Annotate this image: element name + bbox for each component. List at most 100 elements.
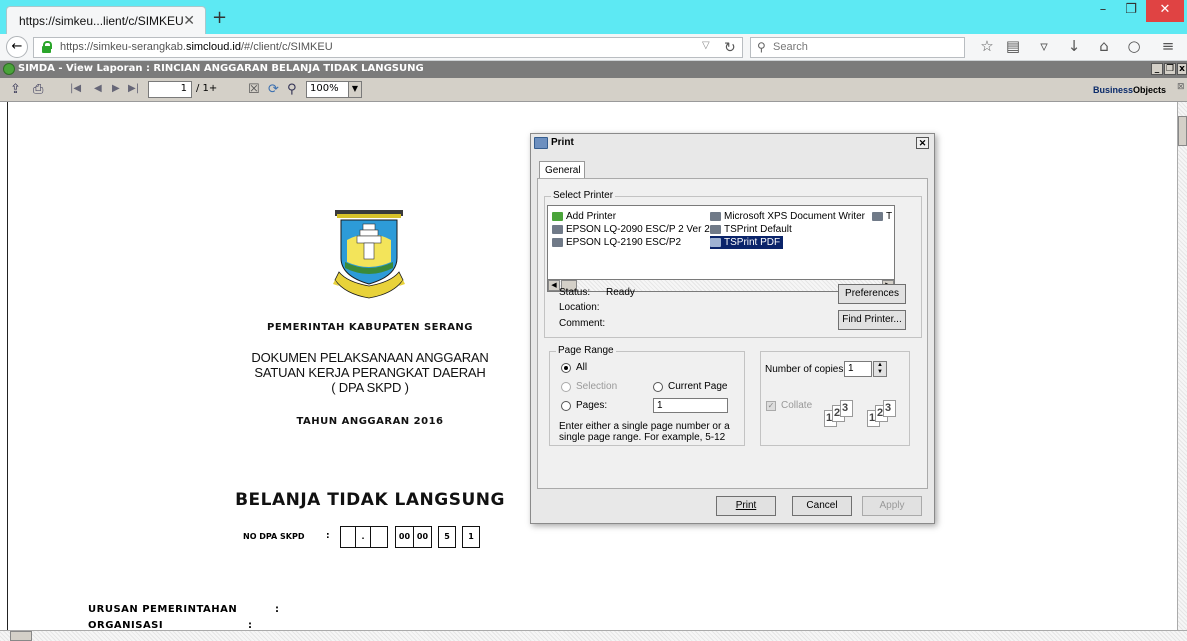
menu-icon[interactable]: ≡ — [1158, 37, 1178, 55]
new-tab-button[interactable]: + — [212, 7, 227, 28]
prev-page-icon[interactable]: ◀ — [94, 83, 102, 94]
close-icon[interactable]: ✕ — [916, 137, 929, 149]
viewer-restore-button[interactable]: ❐ — [1164, 63, 1176, 75]
printer-item[interactable]: EPSON LQ-2090 ESC/P 2 Ver 2.0 — [552, 223, 718, 236]
printer-item-selected[interactable]: TSPrint PDF — [710, 236, 784, 249]
collate-pages-icon: 1 2 3 — [867, 400, 907, 430]
no-dpa-colon: : — [326, 531, 330, 541]
url-text: https://simkeu-serangkab.simcloud.id/#/c… — [60, 41, 333, 53]
toolbar-close-icon[interactable]: ⊠ — [1177, 82, 1185, 92]
viewer-close-button[interactable]: x — [1177, 63, 1187, 75]
window-minimize-button[interactable]: – — [1090, 0, 1116, 22]
home-icon[interactable]: ⌂ — [1094, 37, 1114, 55]
print-dialog: Print ✕ General Select Printer Add Print… — [530, 133, 935, 524]
url-history-dropdown-icon[interactable]: ▽ — [702, 40, 710, 51]
globe-icon — [3, 63, 15, 75]
printer-icon — [710, 225, 721, 234]
find-printer-button[interactable]: Find Printer... — [838, 310, 906, 330]
range-selection-radio — [561, 382, 571, 392]
window-close-button[interactable]: ✕ — [1146, 0, 1184, 22]
report-vertical-scrollbar[interactable] — [1177, 102, 1187, 630]
add-printer-icon — [552, 212, 563, 221]
horizontal-scroll-thumb[interactable] — [10, 631, 32, 641]
print-icon[interactable]: ⎙ — [33, 82, 43, 97]
page-number-input[interactable]: 1 — [148, 81, 192, 98]
printer-list[interactable]: Add Printer Microsoft XPS Document Write… — [547, 205, 895, 280]
lock-icon — [42, 41, 52, 53]
browser-titlebar: https://simkeu...lient/c/SIMKEU ✕ + – ❐ … — [0, 0, 1187, 34]
cancel-button[interactable]: Cancel — [792, 496, 852, 516]
report-document-title: DOKUMEN PELAKSANAAN ANGGARAN SATUAN KERJ… — [251, 350, 489, 395]
printer-item[interactable]: T — [872, 210, 892, 223]
search-input[interactable]: ⚲ Search — [750, 37, 965, 58]
find-icon[interactable]: ⚲ — [287, 82, 297, 97]
page-range-legend: Page Range — [556, 345, 616, 356]
range-all-label: All — [576, 362, 588, 373]
report-horizontal-scrollbar[interactable] — [0, 630, 1187, 641]
range-current-page-radio[interactable] — [653, 382, 663, 392]
bookmark-star-icon[interactable]: ☆ — [977, 37, 997, 55]
no-dpa-box — [370, 526, 388, 548]
print-button[interactable]: Print — [716, 496, 776, 516]
printer-icon — [872, 212, 883, 221]
browser-tab[interactable]: https://simkeu...lient/c/SIMKEU ✕ — [6, 6, 206, 34]
zoom-select[interactable]: 100% ▼ — [306, 81, 362, 98]
url-bar[interactable]: https://simkeu-serangkab.simcloud.id/#/c… — [33, 37, 743, 58]
export-icon[interactable]: ⇪ — [10, 82, 21, 97]
no-dpa-label: NO DPA SKPD — [243, 532, 305, 541]
range-all-radio[interactable] — [561, 363, 571, 373]
business-objects-logo: BusinessObjects — [1093, 85, 1167, 95]
refresh-icon[interactable]: ⟳ — [268, 82, 279, 97]
tab-close-icon[interactable]: ✕ — [183, 12, 195, 29]
printer-item[interactable]: TSPrint Default — [710, 223, 792, 236]
close-view-icon[interactable]: ☒ — [248, 82, 260, 97]
print-dialog-title: Print — [551, 137, 574, 148]
pages-input[interactable]: 1 — [653, 398, 728, 413]
back-icon[interactable]: ← — [6, 36, 28, 58]
viewer-minimize-button[interactable]: _ — [1151, 63, 1163, 75]
no-dpa-box: 00 — [413, 526, 432, 548]
chat-icon[interactable]: ○ — [1124, 37, 1144, 55]
copies-label: Number of copies: — [765, 364, 847, 375]
vertical-scroll-thumb[interactable] — [1178, 116, 1187, 146]
pocket-icon[interactable]: ▿ — [1034, 37, 1054, 55]
first-page-icon[interactable]: |◀ — [70, 83, 81, 94]
reload-icon[interactable]: ↻ — [724, 39, 736, 56]
page-border — [7, 102, 8, 630]
viewer-toolbar: ⇪ ⎙ |◀ ◀ ▶ ▶| 1 / 1+ ☒ ⟳ ⚲ 100% ▼ Busine… — [0, 78, 1187, 102]
urusan-colon: : — [275, 604, 280, 615]
status-value: Ready — [606, 287, 635, 298]
reading-list-icon[interactable]: ▤ — [1003, 37, 1023, 55]
collate-checkbox: ✓ — [766, 401, 776, 411]
report-government-name: PEMERINTAH KABUPATEN SERANG — [266, 322, 474, 333]
print-dialog-titlebar: Print ✕ — [531, 134, 934, 152]
range-current-page-label: Current Page — [668, 381, 728, 392]
printer-item[interactable]: Add Printer — [552, 210, 616, 223]
status-label: Status: — [559, 287, 591, 298]
next-page-icon[interactable]: ▶ — [112, 83, 120, 94]
collate-label: Collate — [781, 400, 813, 411]
kabupaten-serang-crest — [333, 210, 405, 299]
last-page-icon[interactable]: ▶| — [128, 83, 139, 94]
no-dpa-box: 5 — [438, 526, 456, 548]
copies-stepper[interactable]: ▲ ▼ — [873, 361, 887, 377]
preferences-button[interactable]: Preferences — [838, 284, 906, 304]
window-maximize-button[interactable]: ❐ — [1118, 0, 1144, 22]
tab-title: https://simkeu...lient/c/SIMKEU — [19, 14, 184, 28]
copies-input[interactable]: 1 — [844, 361, 872, 377]
range-pages-radio[interactable] — [561, 401, 571, 411]
downloads-icon[interactable]: ↓ — [1064, 37, 1084, 55]
no-dpa-box: 00 — [395, 526, 414, 548]
search-icon: ⚲ — [757, 40, 766, 54]
printer-item[interactable]: Microsoft XPS Document Writer — [710, 210, 865, 223]
no-dpa-box — [340, 526, 356, 548]
printer-icon — [710, 212, 721, 221]
select-printer-legend: Select Printer — [551, 190, 616, 201]
no-dpa-box: 1 — [462, 526, 480, 548]
range-selection-label: Selection — [576, 381, 618, 392]
page-total: / 1+ — [196, 83, 218, 94]
printer-item[interactable]: EPSON LQ-2190 ESC/P2 — [552, 236, 681, 249]
tab-general[interactable]: General — [539, 161, 585, 179]
printer-icon — [710, 238, 721, 247]
printer-icon — [552, 225, 563, 234]
